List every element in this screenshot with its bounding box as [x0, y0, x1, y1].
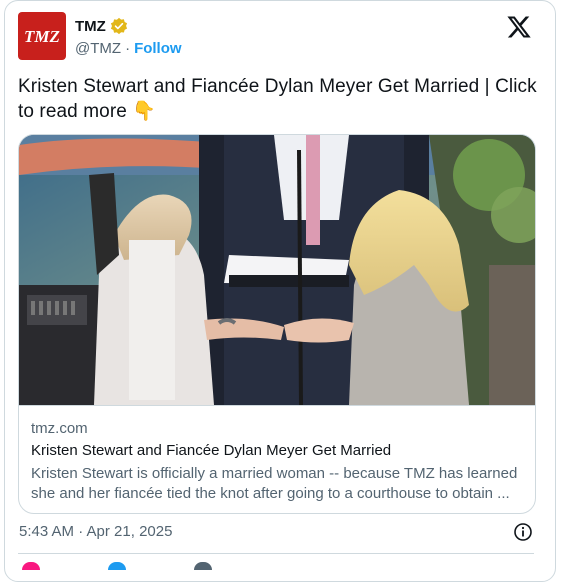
- info-icon[interactable]: [513, 522, 533, 542]
- link-info[interactable]: tmz.com Kristen Stewart and Fiancée Dyla…: [19, 405, 535, 513]
- divider: [18, 553, 534, 554]
- share-icon[interactable]: [194, 562, 212, 570]
- reply-icon[interactable]: [108, 562, 126, 570]
- wedding-photo[interactable]: [19, 135, 535, 405]
- follow-button[interactable]: Follow: [134, 40, 182, 57]
- link-description: Kristen Stewart is officially a married …: [31, 465, 518, 502]
- gold-verified-badge-icon: [110, 17, 127, 35]
- link-domain: tmz.com: [31, 420, 88, 437]
- separator-dot: ·: [125, 40, 131, 57]
- account-name-row: TMZ: [75, 17, 128, 35]
- x-logo-icon[interactable]: [506, 14, 532, 40]
- tweet-text: Kristen Stewart and Fiancée Dylan Meyer …: [18, 76, 537, 122]
- action-bar: [18, 562, 318, 572]
- tmz-avatar[interactable]: TMZ: [18, 12, 66, 60]
- heart-icon[interactable]: [22, 562, 40, 570]
- link-title[interactable]: Kristen Stewart and Fiancée Dylan Meyer …: [31, 442, 391, 459]
- handle-row: @TMZ · Follow: [75, 40, 182, 57]
- link-preview-card[interactable]: tmz.com Kristen Stewart and Fiancée Dyla…: [18, 134, 536, 514]
- svg-text:TMZ: TMZ: [24, 27, 60, 45]
- account-name[interactable]: TMZ: [75, 18, 106, 35]
- account-handle[interactable]: @TMZ: [75, 40, 121, 57]
- tweet-header: TMZ TMZ @TMZ · Follow: [18, 12, 538, 60]
- tweet-timestamp[interactable]: 5:43 AM · Apr 21, 2025: [19, 523, 172, 540]
